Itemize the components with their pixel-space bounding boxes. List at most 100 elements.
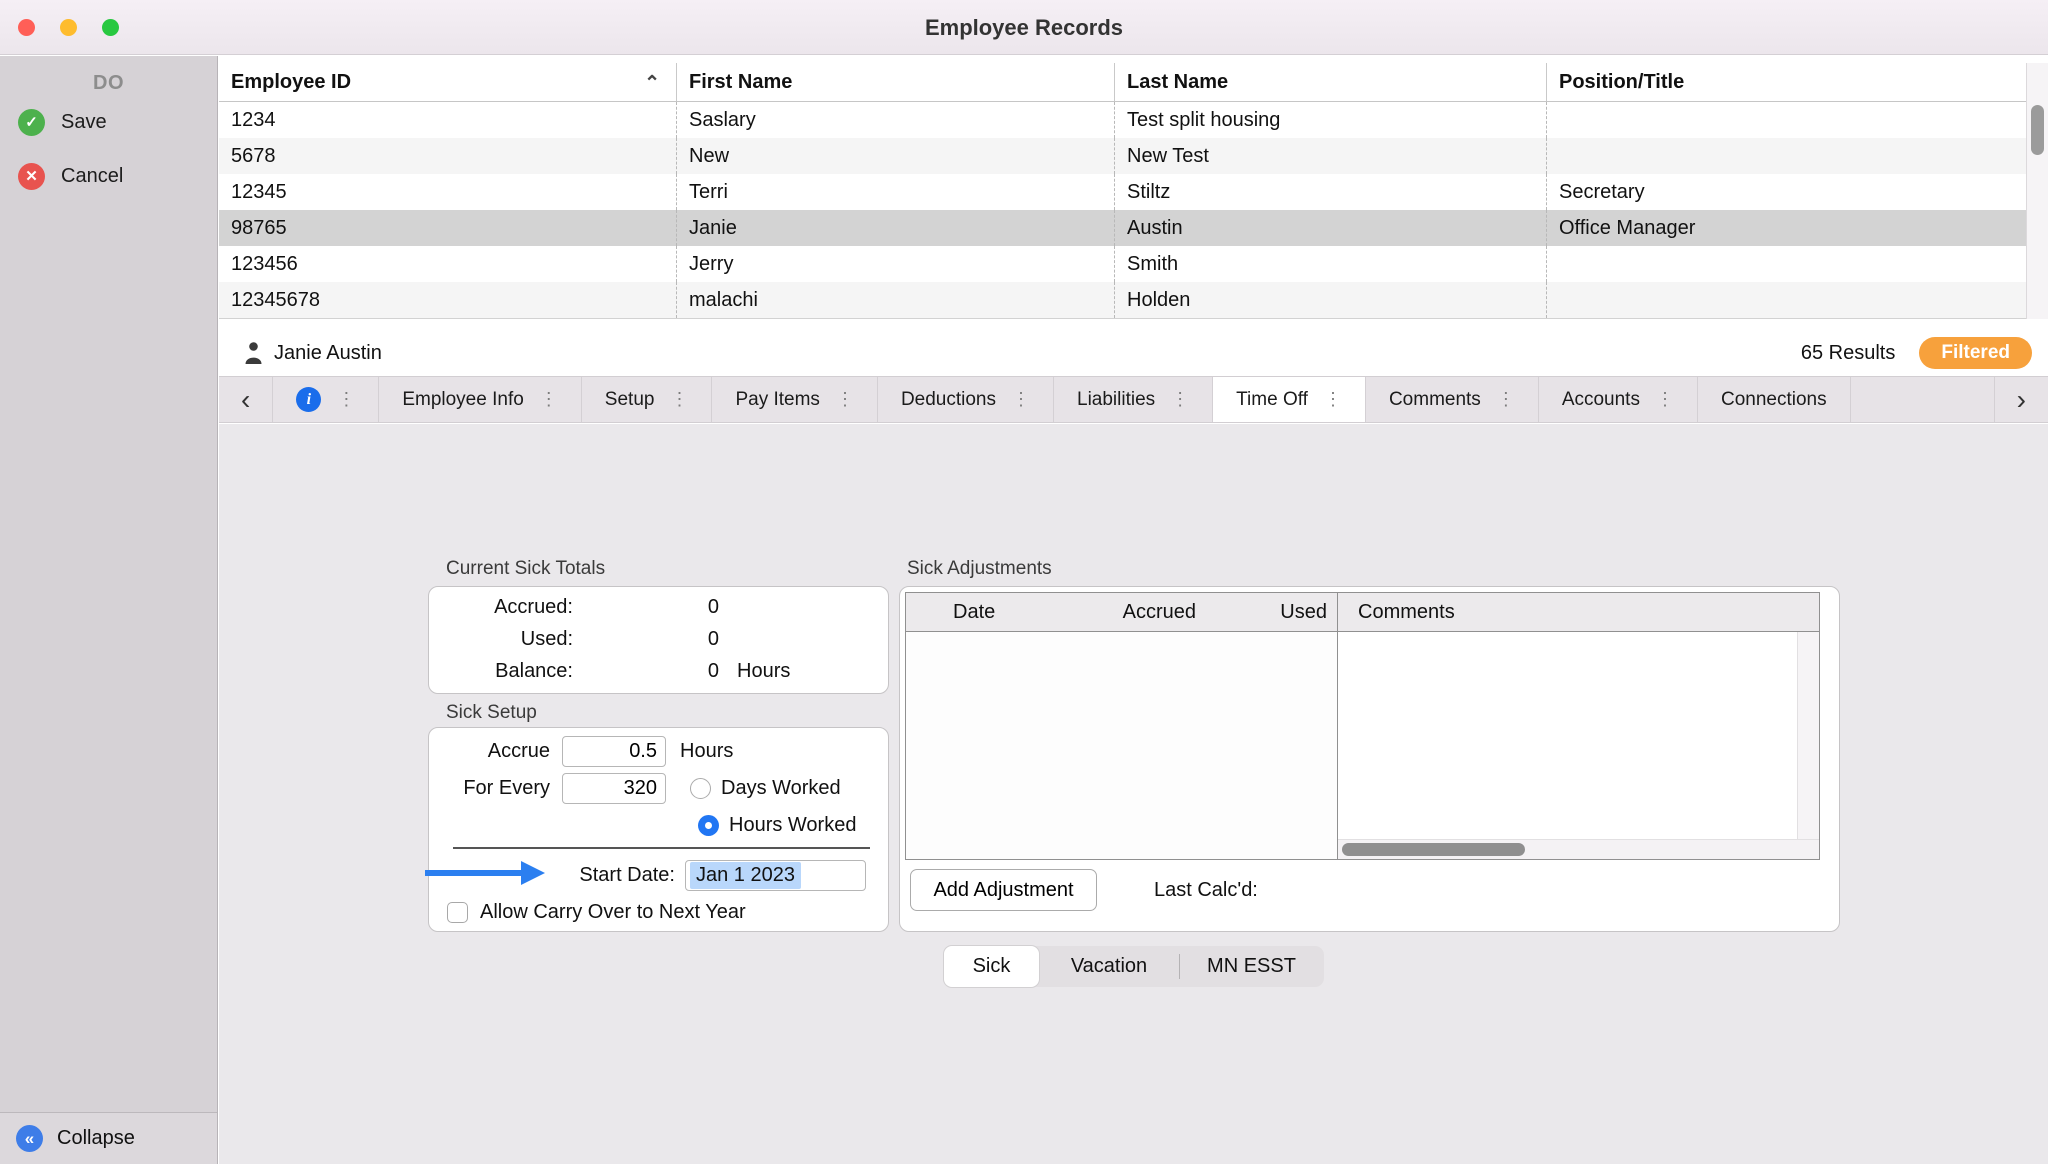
balance-unit: Hours [737,660,790,683]
tabs-scroll-left-button[interactable]: ‹ [219,377,273,422]
collapse-chevrons-icon: « [16,1125,43,1152]
cell-employee-id: 1234 [219,102,676,138]
tab-options-dots-icon[interactable]: ⋮ [836,389,854,410]
selected-employee-name: Janie Austin [274,342,382,365]
add-adjustment-button[interactable]: Add Adjustment [910,869,1097,911]
tab-options-dots-icon[interactable]: ⋮ [1324,389,1342,410]
used-value: 0 [573,628,719,651]
for-every-input[interactable] [562,773,666,804]
tab-connections[interactable]: Connections [1698,377,1851,422]
subtab-vacation[interactable]: Vacation [1039,946,1179,987]
tab-employee-info[interactable]: Employee Info ⋮ [379,377,581,422]
cell-position [1546,282,2026,318]
tab-label: Deductions [901,389,996,411]
tab-deductions[interactable]: Deductions ⋮ [878,377,1054,422]
sick-adjustments-box: Date Accrued Used Comments Add Adjustmen… [899,586,1840,932]
tab-options-dots-icon[interactable]: ⋮ [1497,389,1515,410]
subtab-sick[interactable]: Sick [944,946,1039,987]
start-date-row: Start Date: Jan 1 2023 [437,857,880,894]
adjustments-column-used[interactable]: Used [1206,593,1337,631]
cell-last-name: Holden [1114,282,1546,318]
tabs-scroll-right-button[interactable]: › [1994,377,2048,422]
balance-value: 0 [573,660,719,683]
subtab-mn-esst[interactable]: MN ESST [1180,946,1323,987]
radio-hours-worked[interactable] [698,815,719,836]
accrue-unit-label: Hours [680,740,733,763]
tab-label: Time Off [1236,389,1308,411]
accrue-row: Accrue Hours [437,733,880,770]
cell-employee-id: 98765 [219,210,676,246]
tab-options-dots-icon[interactable]: ⋮ [1171,389,1189,410]
employee-row[interactable]: 12345 Terri Stiltz Secretary [219,174,2026,210]
totals-row-balance: Balance: 0 Hours [437,655,880,687]
table-scrollbar-thumb[interactable] [2031,105,2044,155]
window-title: Employee Records [0,0,2048,55]
tab-options-dots-icon[interactable]: ⋮ [337,389,355,410]
comments-horizontal-scrollbar[interactable] [1338,839,1819,859]
table-vertical-scrollbar[interactable] [2026,63,2048,319]
tab-liabilities[interactable]: Liabilities ⋮ [1054,377,1213,422]
main-area: Employee ID ⌃ First Name Last Name Posit… [219,56,2048,1164]
close-window-button[interactable] [18,19,35,36]
tab-pay-items[interactable]: Pay Items ⋮ [712,377,877,422]
results-count: 65 Results [1801,342,1896,365]
tab-options-dots-icon[interactable]: ⋮ [1012,389,1030,410]
save-button[interactable]: ✓ Save [0,95,217,149]
adjustments-column-accrued[interactable]: Accrued [1071,593,1206,631]
totals-row-used: Used: 0 [437,623,880,655]
cell-first-name: Terri [676,174,1114,210]
titlebar: Employee Records [0,0,2048,55]
cell-employee-id: 12345 [219,174,676,210]
days-worked-label: Days Worked [721,777,841,800]
accrue-hours-input[interactable] [562,736,666,767]
tab-options-dots-icon[interactable]: ⋮ [670,389,688,410]
employee-row[interactable]: 12345678 malachi Holden [219,282,2026,318]
tab-options-dots-icon[interactable]: ⋮ [540,389,558,410]
adjustments-header: Date Accrued Used Comments [906,593,1819,632]
current-sick-totals-box: Accrued: 0 Used: 0 Balance: 0 Hours [428,586,889,694]
cell-employee-id: 5678 [219,138,676,174]
column-header-employee-id[interactable]: Employee ID ⌃ [219,63,676,101]
carry-over-checkbox[interactable] [447,902,468,923]
comments-scrollbar-thumb[interactable] [1342,843,1525,856]
employee-row[interactable]: 1234 Saslary Test split housing [219,102,2026,138]
collapse-button[interactable]: « Collapse [0,1112,217,1164]
start-date-selected-text: Jan 1 2023 [690,862,801,889]
adjustments-column-comments[interactable]: Comments [1337,593,1819,631]
zoom-window-button[interactable] [102,19,119,36]
totals-row-accrued: Accrued: 0 [437,591,880,623]
radio-days-worked[interactable] [690,778,711,799]
traffic-lights [18,19,119,36]
start-date-input[interactable]: Jan 1 2023 [685,860,866,891]
employee-row[interactable]: 123456 Jerry Smith [219,246,2026,282]
cell-last-name: New Test [1114,138,1546,174]
comments-vertical-scrollbar[interactable] [1797,632,1819,839]
tab-accounts[interactable]: Accounts ⋮ [1539,377,1698,422]
leave-type-subtabs: Sick Vacation MN ESST [944,946,1324,987]
tab-time-off[interactable]: Time Off ⋮ [1213,377,1366,422]
column-header-last-name[interactable]: Last Name [1114,63,1546,101]
column-header-first-name[interactable]: First Name [676,63,1114,101]
employee-row[interactable]: 5678 New New Test [219,138,2026,174]
sidebar-section-label: DO [0,72,217,95]
time-off-panel: Current Sick Totals Accrued: 0 Used: 0 B… [219,424,2048,1164]
cell-first-name: New [676,138,1114,174]
column-header-position-title[interactable]: Position/Title [1546,63,2026,101]
employee-records-window: Employee Records DO ✓ Save ✕ Cancel « Co… [0,0,2048,1164]
minimize-window-button[interactable] [60,19,77,36]
sort-ascending-icon: ⌃ [644,64,660,101]
tab-options-dots-icon[interactable]: ⋮ [1656,389,1674,410]
accrued-value: 0 [573,596,719,619]
cancel-button[interactable]: ✕ Cancel [0,149,217,203]
filtered-badge-button[interactable]: Filtered [1919,337,2032,369]
adjustments-column-date[interactable]: Date [906,593,1071,631]
cell-position: Office Manager [1546,210,2026,246]
cell-employee-id: 12345678 [219,282,676,318]
tab-info[interactable]: i ⋮ [273,377,379,422]
tab-comments[interactable]: Comments ⋮ [1366,377,1539,422]
tab-setup[interactable]: Setup ⋮ [582,377,713,422]
adjustments-comments-area [1337,632,1819,859]
tab-label: Accounts [1562,389,1640,411]
cell-last-name: Smith [1114,246,1546,282]
employee-row-selected[interactable]: 98765 Janie Austin Office Manager [219,210,2026,246]
